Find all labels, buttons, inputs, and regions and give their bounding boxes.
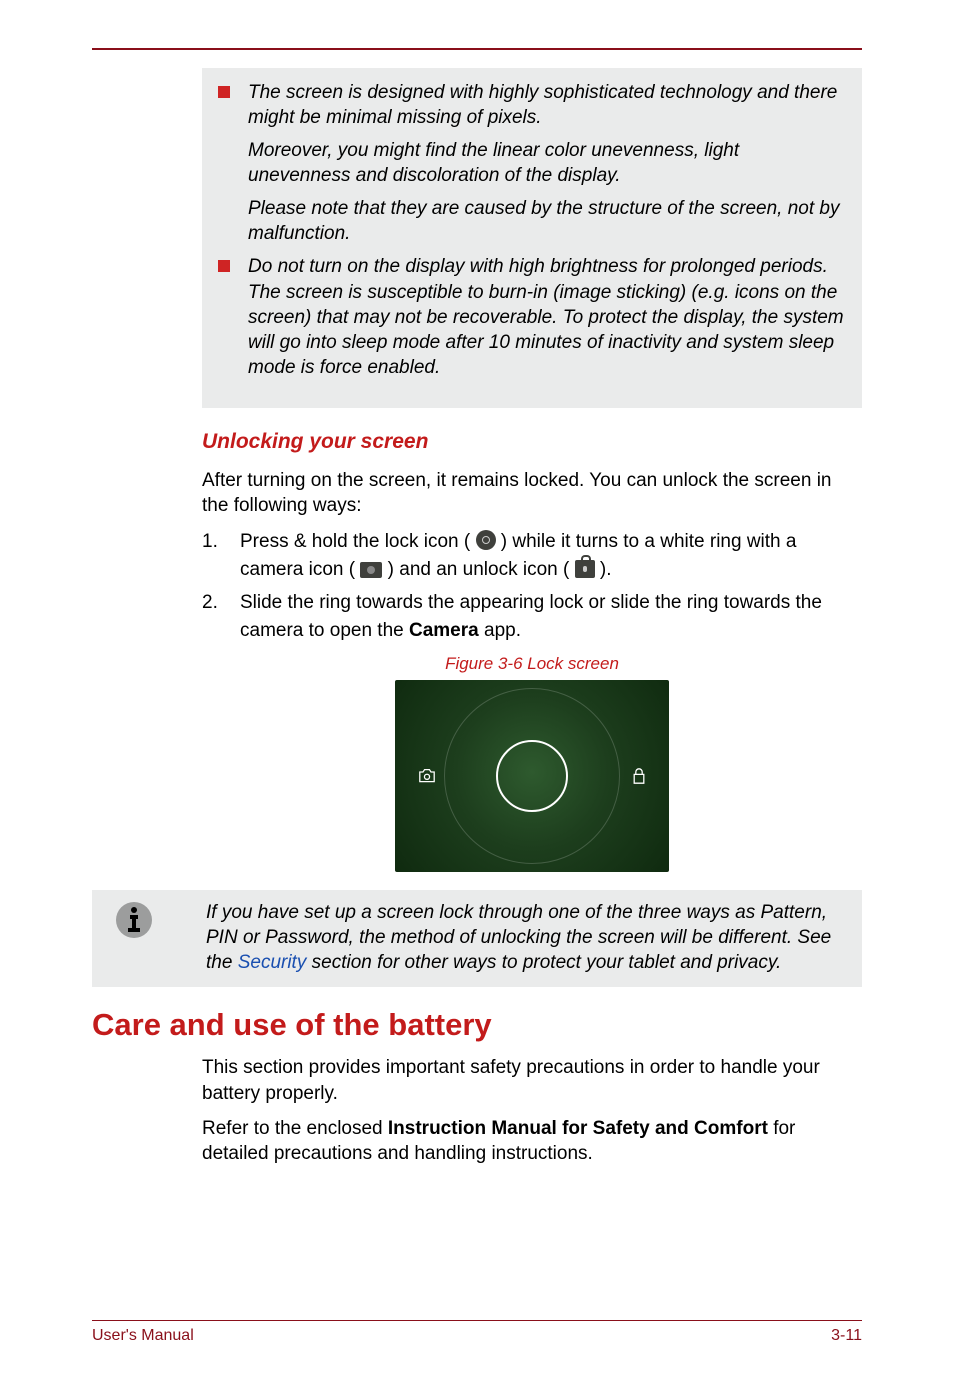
intro-paragraph: After turning on the screen, it remains … bbox=[202, 468, 862, 518]
square-bullet-icon bbox=[218, 260, 230, 272]
warning-callout: The screen is designed with highly sophi… bbox=[202, 68, 862, 408]
battery-paragraph-1: This section provides important safety p… bbox=[202, 1055, 862, 1105]
text-fragment: ) and an unlock icon ( bbox=[388, 559, 575, 580]
steps-list: 1. Press & hold the lock icon ( ) while … bbox=[92, 528, 862, 644]
footer-right: 3-11 bbox=[831, 1327, 862, 1345]
camera-icon bbox=[360, 562, 382, 578]
square-bullet-icon bbox=[218, 86, 230, 98]
text-fragment: section for other ways to protect your t… bbox=[306, 952, 781, 973]
bullet-continuation: Moreover, you might find the linear colo… bbox=[248, 138, 846, 188]
center-ring bbox=[496, 740, 568, 812]
footer-left: User's Manual bbox=[92, 1327, 194, 1345]
step-text: Slide the ring towards the appearing loc… bbox=[240, 589, 862, 644]
bullet-item: Do not turn on the display with high bri… bbox=[218, 254, 846, 379]
text-fragment: app. bbox=[479, 620, 521, 641]
footer-rule bbox=[92, 1320, 862, 1321]
battery-paragraph-2: Refer to the enclosed Instruction Manual… bbox=[202, 1116, 862, 1166]
info-icon bbox=[106, 900, 162, 975]
bullet-text: Do not turn on the display with high bri… bbox=[248, 254, 846, 379]
unlock-icon bbox=[575, 560, 595, 578]
subheading-unlocking: Unlocking your screen bbox=[92, 430, 862, 454]
bullet-item: The screen is designed with highly sophi… bbox=[218, 80, 846, 130]
text-fragment: Slide the ring towards the appearing loc… bbox=[240, 592, 822, 641]
lock-screen-figure bbox=[395, 680, 669, 872]
info-note: If you have set up a screen lock through… bbox=[92, 890, 862, 987]
step-2: 2. Slide the ring towards the appearing … bbox=[202, 589, 862, 644]
figure-caption: Figure 3-6 Lock screen bbox=[202, 654, 862, 674]
padlock-icon bbox=[631, 766, 647, 791]
text-fragment: Refer to the enclosed bbox=[202, 1118, 388, 1139]
camera-icon bbox=[417, 768, 437, 789]
step-number: 2. bbox=[202, 589, 240, 644]
figure-wrap bbox=[202, 680, 862, 872]
bullet-continuation: Please note that they are caused by the … bbox=[248, 196, 846, 246]
step-1: 1. Press & hold the lock icon ( ) while … bbox=[202, 528, 862, 583]
page-footer: User's Manual 3-11 bbox=[92, 1320, 862, 1345]
heading-battery: Care and use of the battery bbox=[92, 1007, 862, 1043]
step-number: 1. bbox=[202, 528, 240, 583]
lock-ring-icon bbox=[476, 530, 496, 550]
security-link[interactable]: Security bbox=[238, 952, 307, 973]
bold-text: Camera bbox=[409, 620, 479, 641]
note-text: If you have set up a screen lock through… bbox=[162, 900, 848, 975]
text-fragment: Press & hold the lock icon ( bbox=[240, 531, 476, 552]
text-fragment: ). bbox=[600, 559, 612, 580]
step-text: Press & hold the lock icon ( ) while it … bbox=[240, 528, 862, 583]
bullet-text: The screen is designed with highly sophi… bbox=[248, 80, 846, 130]
bold-text: Instruction Manual for Safety and Comfor… bbox=[388, 1118, 768, 1139]
